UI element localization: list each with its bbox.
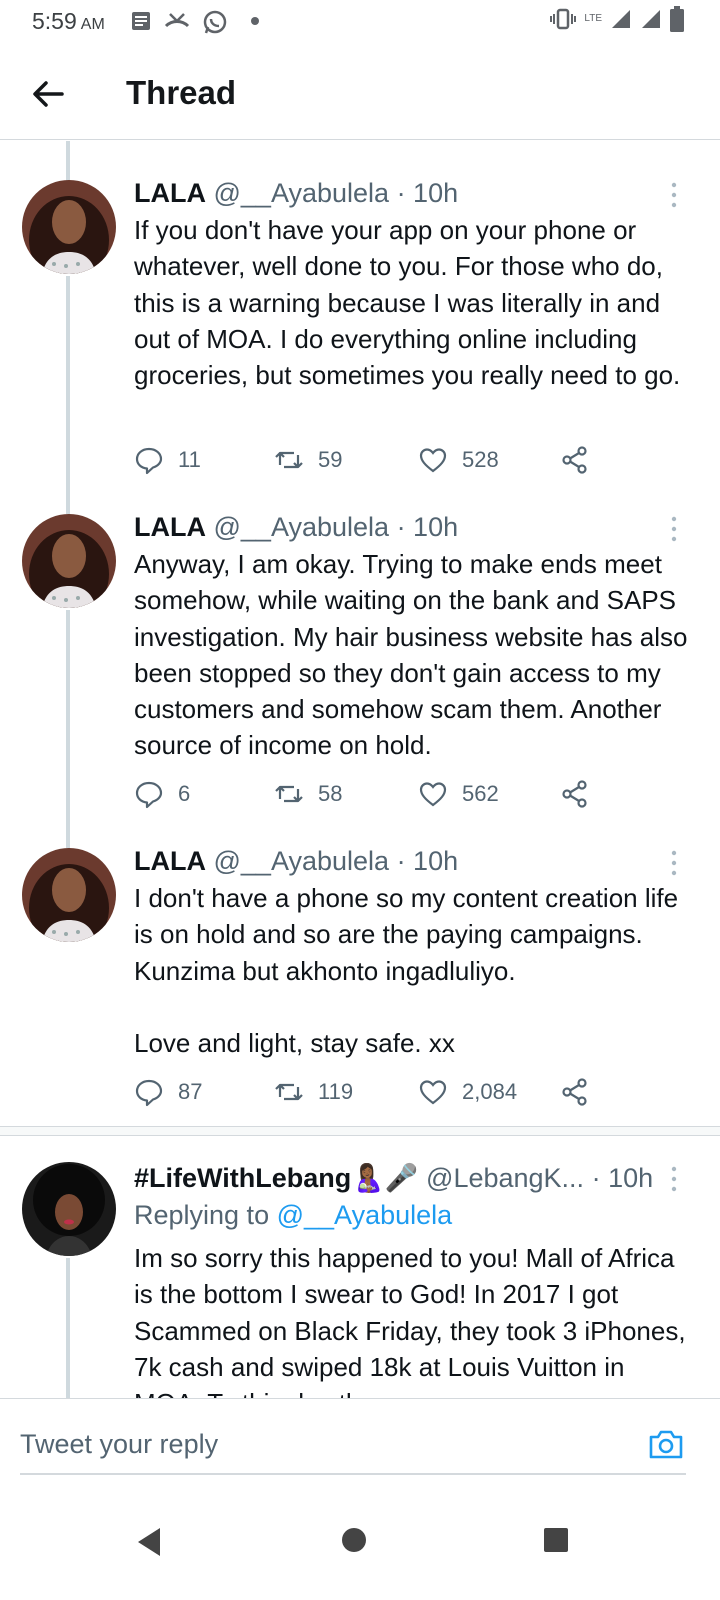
tweet-time: · 10h <box>591 1163 654 1193</box>
tweet-time: · 10h <box>396 846 459 876</box>
tweet-actions: 87 119 2,084 <box>134 1077 614 1109</box>
like-button[interactable]: 562 <box>418 779 499 809</box>
reply-button[interactable]: 6 <box>134 779 190 809</box>
like-button[interactable]: 528 <box>418 445 499 475</box>
reply-button[interactable]: 87 <box>134 1077 202 1107</box>
author-name[interactable]: LALA <box>134 512 206 542</box>
reply-input[interactable]: Tweet your reply <box>20 1419 686 1475</box>
retweet-button[interactable]: 59 <box>274 445 342 475</box>
tweet-text: Anyway, I am okay. Trying to make ends m… <box>134 549 688 761</box>
author-handle[interactable]: @LebangK... <box>426 1163 584 1193</box>
reply-button[interactable]: 11 <box>134 445 201 475</box>
reply-count: 87 <box>178 1079 203 1104</box>
nav-back-icon[interactable] <box>134 1526 164 1558</box>
replying-to-label: Replying to <box>134 1200 270 1230</box>
retweet-button[interactable]: 119 <box>274 1077 353 1107</box>
whatsapp-icon <box>203 10 227 34</box>
tweet-text: Im so sorry this happened to you! Mall o… <box>134 1243 686 1398</box>
author-handle[interactable]: @__Ayabulela <box>214 512 390 542</box>
reply-count: 6 <box>178 781 191 806</box>
vibrate-icon <box>550 8 577 30</box>
author-name[interactable]: LALA <box>134 178 206 208</box>
retweet-icon <box>275 785 303 803</box>
share-icon <box>562 1078 587 1106</box>
back-arrow-icon[interactable] <box>30 76 66 112</box>
status-right: LTE <box>550 6 684 32</box>
tweet-actions: 6 58 562 <box>134 779 614 811</box>
author-handle[interactable]: @__Ayabulela <box>214 178 390 208</box>
more-options-icon[interactable] <box>668 514 680 544</box>
nav-home-icon[interactable] <box>340 1526 368 1554</box>
retweet-icon <box>275 451 303 469</box>
heart-icon <box>419 448 447 473</box>
reply-icon <box>135 447 163 475</box>
replying-to-handle[interactable]: @__Ayabulela <box>277 1200 453 1230</box>
nav-recents-icon[interactable] <box>542 1526 570 1554</box>
author-name[interactable]: LALA <box>134 846 206 876</box>
reply-bar: Tweet your reply <box>0 1398 720 1498</box>
avatar[interactable] <box>22 514 116 608</box>
status-time: 5:59 AM <box>32 8 105 34</box>
reply-icon <box>135 1079 163 1107</box>
tweet[interactable]: LALA @__Ayabulela · 10h I don't have a p… <box>0 838 720 1128</box>
share-icon <box>562 446 587 474</box>
missed-call-icon <box>164 13 190 28</box>
tweet-actions: 11 59 528 <box>134 445 614 477</box>
more-options-icon[interactable] <box>668 180 680 210</box>
tweet[interactable]: LALA @__Ayabulela · 10h If you don't hav… <box>0 170 720 500</box>
battery-icon <box>670 6 684 32</box>
replying-to: Replying to @__Ayabulela <box>134 1200 452 1231</box>
lte-label: LTE <box>584 13 602 24</box>
reply-count: 11 <box>178 447 201 472</box>
retweet-count: 119 <box>318 1079 354 1104</box>
signal-icon <box>612 10 630 28</box>
retweet-icon <box>275 1083 303 1101</box>
tweet-text: If you don't have your app on your phone… <box>134 215 681 391</box>
tweet-text: I don't have a phone so my content creat… <box>134 883 679 1059</box>
like-button[interactable]: 2,084 <box>418 1077 517 1107</box>
avatar[interactable] <box>22 180 116 274</box>
retweet-button[interactable]: 58 <box>274 779 342 809</box>
heart-icon <box>419 782 447 807</box>
tweet-meta: LALA @__Ayabulela · 10h <box>134 846 458 877</box>
section-divider <box>0 1126 720 1136</box>
share-icon <box>562 780 587 808</box>
notification-icon <box>132 12 150 30</box>
status-bar: 5:59 AM LTE <box>0 0 720 44</box>
like-count: 528 <box>462 447 499 472</box>
retweet-count: 58 <box>318 781 343 806</box>
signal-2-icon <box>642 10 660 28</box>
retweet-count: 59 <box>318 447 343 472</box>
tweet-meta: LALA @__Ayabulela · 10h <box>134 178 458 209</box>
app-header: Thread <box>0 50 720 140</box>
reply-icon <box>135 781 163 809</box>
like-count: 2,084 <box>462 1079 518 1104</box>
tweet[interactable]: #LifeWithLebang🤱🏾🎤 @LebangK... · 10h Rep… <box>0 1146 720 1398</box>
page-title: Thread <box>126 74 237 111</box>
avatar[interactable] <box>22 1162 116 1256</box>
share-button[interactable] <box>560 445 590 475</box>
more-options-icon[interactable] <box>668 1164 680 1194</box>
share-button[interactable] <box>560 779 590 809</box>
tweet-time: · 10h <box>396 178 459 208</box>
heart-icon <box>419 1080 447 1105</box>
share-button[interactable] <box>560 1077 590 1107</box>
tweet-meta: LALA @__Ayabulela · 10h <box>134 512 458 543</box>
tweet-time: · 10h <box>396 512 459 542</box>
dot-icon <box>251 17 259 25</box>
system-nav-bar <box>0 1498 720 1600</box>
author-emoji: 🤱🏾🎤 <box>351 1163 419 1193</box>
camera-icon[interactable] <box>648 1427 684 1461</box>
author-handle[interactable]: @__Ayabulela <box>214 846 390 876</box>
avatar[interactable] <box>22 848 116 942</box>
more-options-icon[interactable] <box>668 848 680 878</box>
like-count: 562 <box>462 781 499 806</box>
tweet-meta: #LifeWithLebang🤱🏾🎤 @LebangK... · 10h <box>134 1162 653 1194</box>
tweet[interactable]: LALA @__Ayabulela · 10h Anyway, I am oka… <box>0 504 720 834</box>
author-name[interactable]: #LifeWithLebang <box>134 1163 351 1193</box>
